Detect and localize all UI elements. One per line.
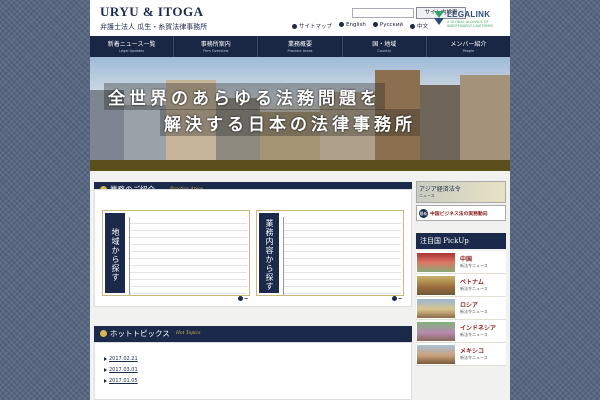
pickup-china[interactable]: 中国 新法令ニュース [416, 251, 506, 274]
topic-item[interactable]: 2017.03.01 [104, 367, 138, 373]
search-by-region-card[interactable]: 地域から探す [102, 210, 250, 296]
arrow-icon [392, 296, 397, 301]
region-more-link[interactable]: ━ [238, 296, 252, 302]
topic-item[interactable]: 2017.01.05 [104, 378, 138, 384]
pickup-vietnam[interactable]: ベトナム 新法令ニュース [416, 274, 506, 297]
bullet-icon [100, 330, 107, 337]
practice-more-link[interactable]: ━ [392, 296, 406, 302]
pickup-russia[interactable]: ロシア 新法令ニュース [416, 297, 506, 320]
content-layer: 業務のご紹介 Practice Areas 地域から探す 業務内容から探す ━ … [90, 0, 510, 400]
practice-list [283, 217, 401, 295]
search-by-region-tab: 地域から探す [105, 213, 125, 293]
china-thumbnail [417, 253, 455, 272]
indonesia-thumbnail [417, 322, 455, 341]
arrow-icon [104, 356, 107, 361]
hot-topics-header: ホットトピックス Hot Topics [94, 326, 412, 342]
russia-thumbnail [417, 299, 455, 318]
search-by-practice-card[interactable]: 業務内容から探す [256, 210, 404, 296]
china-business-law-banner[interactable]: 最新 中国ビジネス法の実務動向 [416, 205, 506, 221]
region-list [129, 217, 247, 295]
arrow-icon [104, 367, 107, 372]
asia-law-news-banner[interactable]: アジア経済法令 ニュース [416, 181, 506, 203]
pickup-mexico[interactable]: メキシコ 新法令ニュース [416, 343, 506, 366]
new-badge: 最新 [419, 209, 428, 218]
pickup-indonesia[interactable]: インドネシア 新法令ニュース [416, 320, 506, 343]
pickup-countries-header: 注目国 PickUp [416, 233, 506, 249]
vietnam-thumbnail [417, 276, 455, 295]
right-sidebar: アジア経済法令 ニュース 最新 中国ビジネス法の実務動向 注目国 PickUp … [416, 171, 510, 400]
mexico-thumbnail [417, 345, 455, 364]
hot-topics-title-en: Hot Topics [176, 331, 201, 336]
topic-item[interactable]: 2017.02.21 [104, 356, 138, 362]
search-by-practice-tab: 業務内容から探す [259, 213, 279, 293]
arrow-icon [238, 296, 243, 301]
hot-topics-title: ホットトピックス [110, 329, 170, 338]
hot-topics-panel [94, 342, 412, 400]
arrow-icon [104, 378, 107, 383]
